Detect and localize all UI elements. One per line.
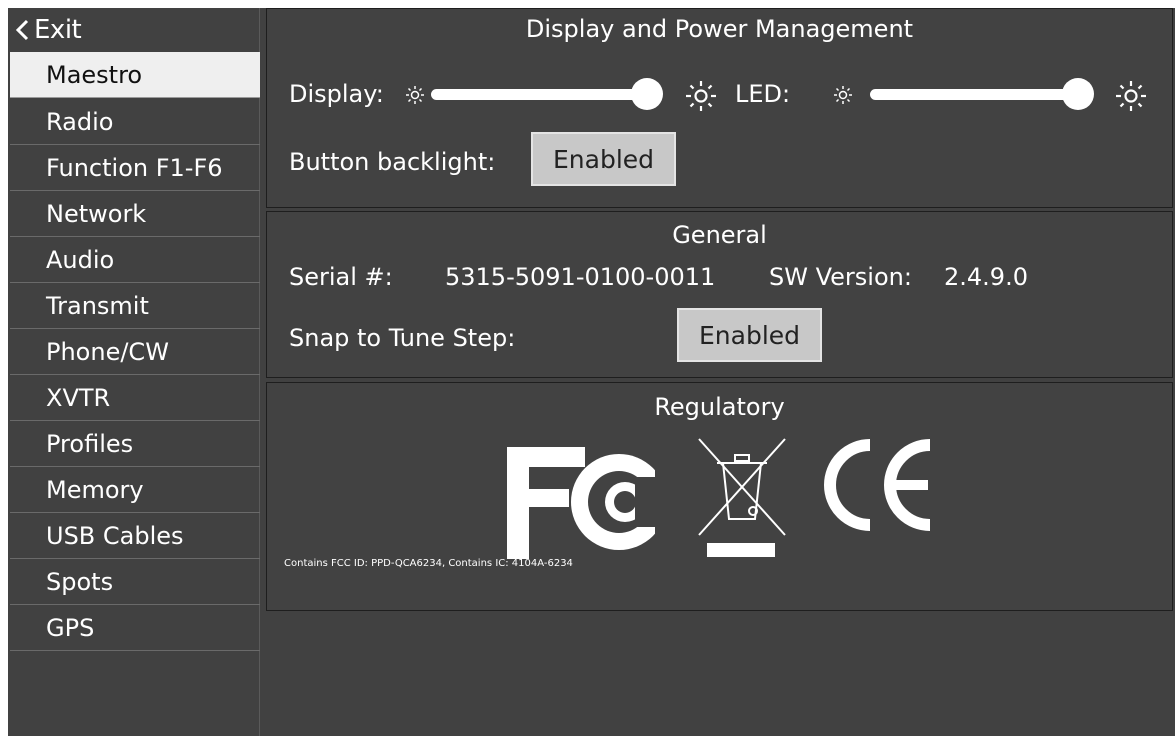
sidebar-item-gps[interactable]: GPS bbox=[10, 605, 260, 651]
snap-value: Enabled bbox=[698, 320, 801, 350]
sidebar-item-label: Profiles bbox=[46, 429, 134, 458]
sidebar-item-label: Transmit bbox=[46, 291, 149, 320]
sun-large-icon bbox=[1116, 81, 1146, 111]
backlight-toggle-button[interactable]: Enabled bbox=[531, 132, 676, 186]
panel-title: Regulatory bbox=[654, 393, 785, 421]
led-slider-thumb[interactable] bbox=[1062, 78, 1094, 110]
ce-logo bbox=[824, 439, 931, 531]
sidebar-item-label: Maestro bbox=[46, 60, 143, 89]
settings-sidebar: Exit Maestro Radio Function F1-F6 Networ… bbox=[8, 8, 260, 736]
exit-button[interactable]: Exit bbox=[8, 8, 260, 52]
sidebar-item-label: Radio bbox=[46, 107, 114, 136]
snap-toggle-button[interactable]: Enabled bbox=[677, 308, 822, 362]
chevron-left-icon bbox=[15, 19, 29, 41]
led-label: LED: bbox=[735, 80, 791, 108]
fcc-id-text: Contains FCC ID: PPD-QCA6234, Contains I… bbox=[284, 558, 573, 569]
sidebar-item-phone-cw[interactable]: Phone/CW bbox=[10, 329, 260, 375]
weee-bin-icon bbox=[698, 438, 786, 557]
sun-small-icon bbox=[834, 86, 852, 104]
sidebar-item-label: USB Cables bbox=[46, 521, 184, 550]
regulatory-panel: Regulatory Contains FCC ID: PPD-QCA6234,… bbox=[266, 382, 1173, 611]
sidebar-item-label: Network bbox=[46, 199, 147, 228]
backlight-value: Enabled bbox=[552, 144, 655, 174]
backlight-label: Button backlight: bbox=[289, 148, 496, 176]
sidebar-item-xvtr[interactable]: XVTR bbox=[10, 375, 260, 421]
display-power-panel: Display and Power Management Display: LE… bbox=[266, 8, 1173, 208]
sidebar-item-label: Audio bbox=[46, 245, 115, 274]
panel-title: General bbox=[672, 221, 767, 249]
display-slider-thumb[interactable] bbox=[631, 78, 663, 110]
sidebar-item-function[interactable]: Function F1-F6 bbox=[10, 145, 260, 191]
sidebar-item-memory[interactable]: Memory bbox=[10, 467, 260, 513]
sw-version-value: 2.4.9.0 bbox=[944, 263, 1028, 291]
sidebar-item-maestro[interactable]: Maestro bbox=[10, 52, 260, 98]
sidebar-item-usb-cables[interactable]: USB Cables bbox=[10, 513, 260, 559]
sidebar-item-label: Function F1-F6 bbox=[46, 153, 223, 182]
sun-small-icon bbox=[406, 86, 424, 104]
sidebar-item-label: Memory bbox=[46, 475, 144, 504]
fcc-logo bbox=[507, 447, 687, 559]
sidebar-item-label: XVTR bbox=[46, 383, 111, 412]
sidebar-item-spots[interactable]: Spots bbox=[10, 559, 260, 605]
general-panel: General Serial #: 5315-5091-0100-0011 SW… bbox=[266, 211, 1173, 378]
sidebar-item-radio[interactable]: Radio bbox=[10, 99, 260, 145]
sidebar-item-network[interactable]: Network bbox=[10, 191, 260, 237]
serial-label: Serial #: bbox=[289, 263, 393, 291]
display-brightness-slider[interactable] bbox=[431, 89, 657, 100]
sidebar-item-transmit[interactable]: Transmit bbox=[10, 283, 260, 329]
snap-label: Snap to Tune Step: bbox=[289, 324, 516, 352]
exit-label: Exit bbox=[34, 15, 82, 45]
display-label: Display: bbox=[289, 80, 384, 108]
serial-value: 5315-5091-0100-0011 bbox=[445, 263, 716, 291]
sw-version-label: SW Version: bbox=[769, 263, 912, 291]
panel-title: Display and Power Management bbox=[525, 15, 914, 43]
sun-large-icon bbox=[686, 81, 716, 111]
sidebar-item-label: GPS bbox=[46, 613, 95, 642]
sidebar-item-audio[interactable]: Audio bbox=[10, 237, 260, 283]
settings-content: Display and Power Management Display: LE… bbox=[260, 8, 1175, 736]
sidebar-item-profiles[interactable]: Profiles bbox=[10, 421, 260, 467]
sidebar-item-label: Phone/CW bbox=[46, 337, 169, 366]
led-brightness-slider[interactable] bbox=[870, 89, 1088, 100]
sidebar-item-label: Spots bbox=[46, 567, 114, 596]
